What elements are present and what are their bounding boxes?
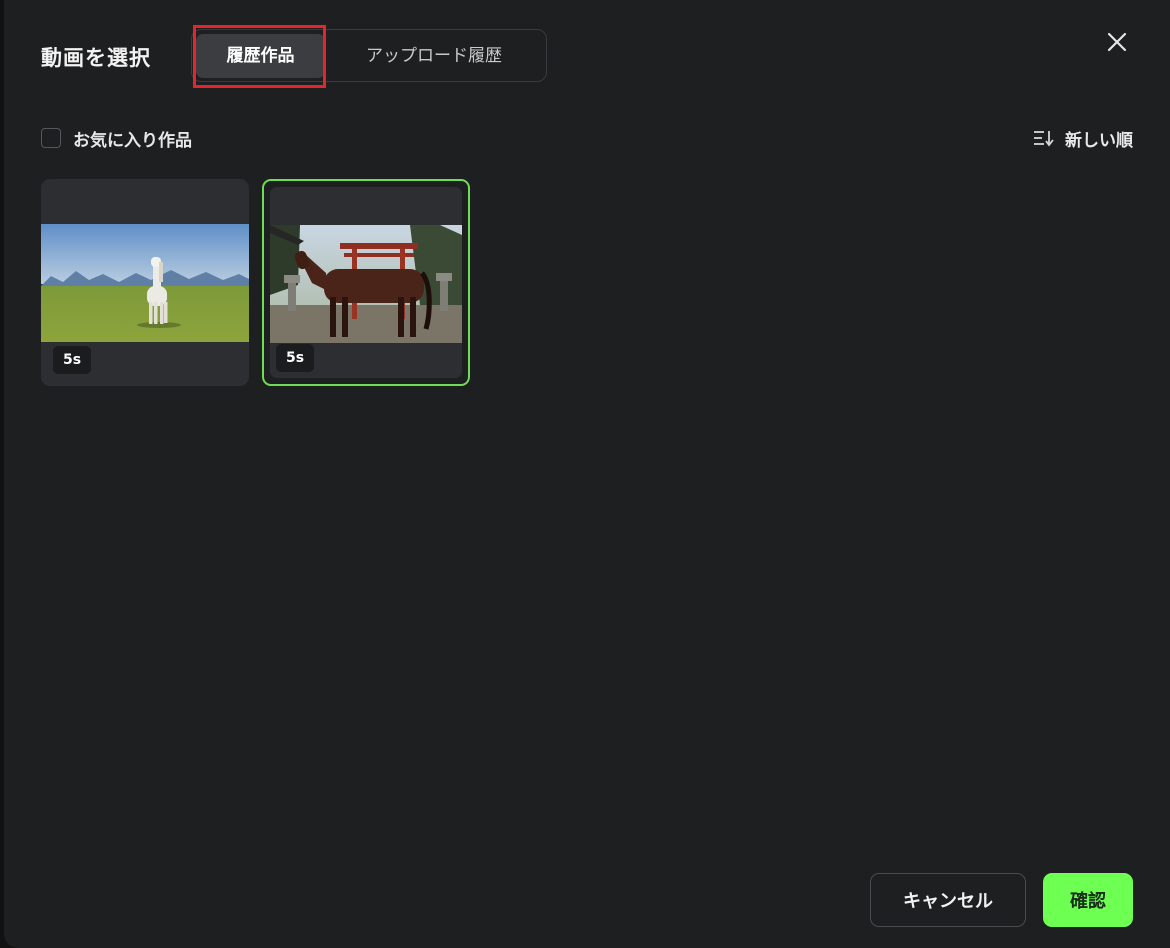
video-thumbnail-white-horse: [41, 224, 249, 342]
video-thumbnail-brown-horse: [270, 225, 462, 343]
video-card[interactable]: 5s: [41, 179, 249, 386]
tab-group: 履歴作品 アップロード履歴: [191, 29, 547, 82]
duration-badge: 5s: [276, 344, 315, 372]
tab-history-works[interactable]: 履歴作品: [196, 34, 325, 78]
tab-upload-history[interactable]: アップロード履歴: [334, 34, 534, 78]
sort-icon: [1034, 131, 1054, 147]
close-button[interactable]: [1101, 26, 1133, 58]
favorites-checkbox[interactable]: [41, 128, 61, 148]
duration-badge: 5s: [53, 346, 92, 374]
sort-label: 新しい順: [1065, 130, 1133, 151]
sort-dropdown[interactable]: 新しい順: [1033, 125, 1133, 151]
confirm-button[interactable]: 確認: [1043, 873, 1133, 927]
favorites-label: お気に入り作品: [73, 130, 192, 151]
select-video-dialog: 動画を選択 履歴作品 アップロード履歴 お気に入り作品 新しい順 5s 5s キ…: [4, 0, 1170, 948]
cancel-button[interactable]: キャンセル: [870, 873, 1026, 927]
close-icon: [1107, 32, 1127, 52]
dialog-title: 動画を選択: [41, 46, 151, 70]
video-card-inner: 5s: [270, 187, 462, 378]
favorites-filter[interactable]: お気に入り作品: [41, 125, 192, 151]
video-card-selected[interactable]: 5s: [262, 179, 470, 386]
